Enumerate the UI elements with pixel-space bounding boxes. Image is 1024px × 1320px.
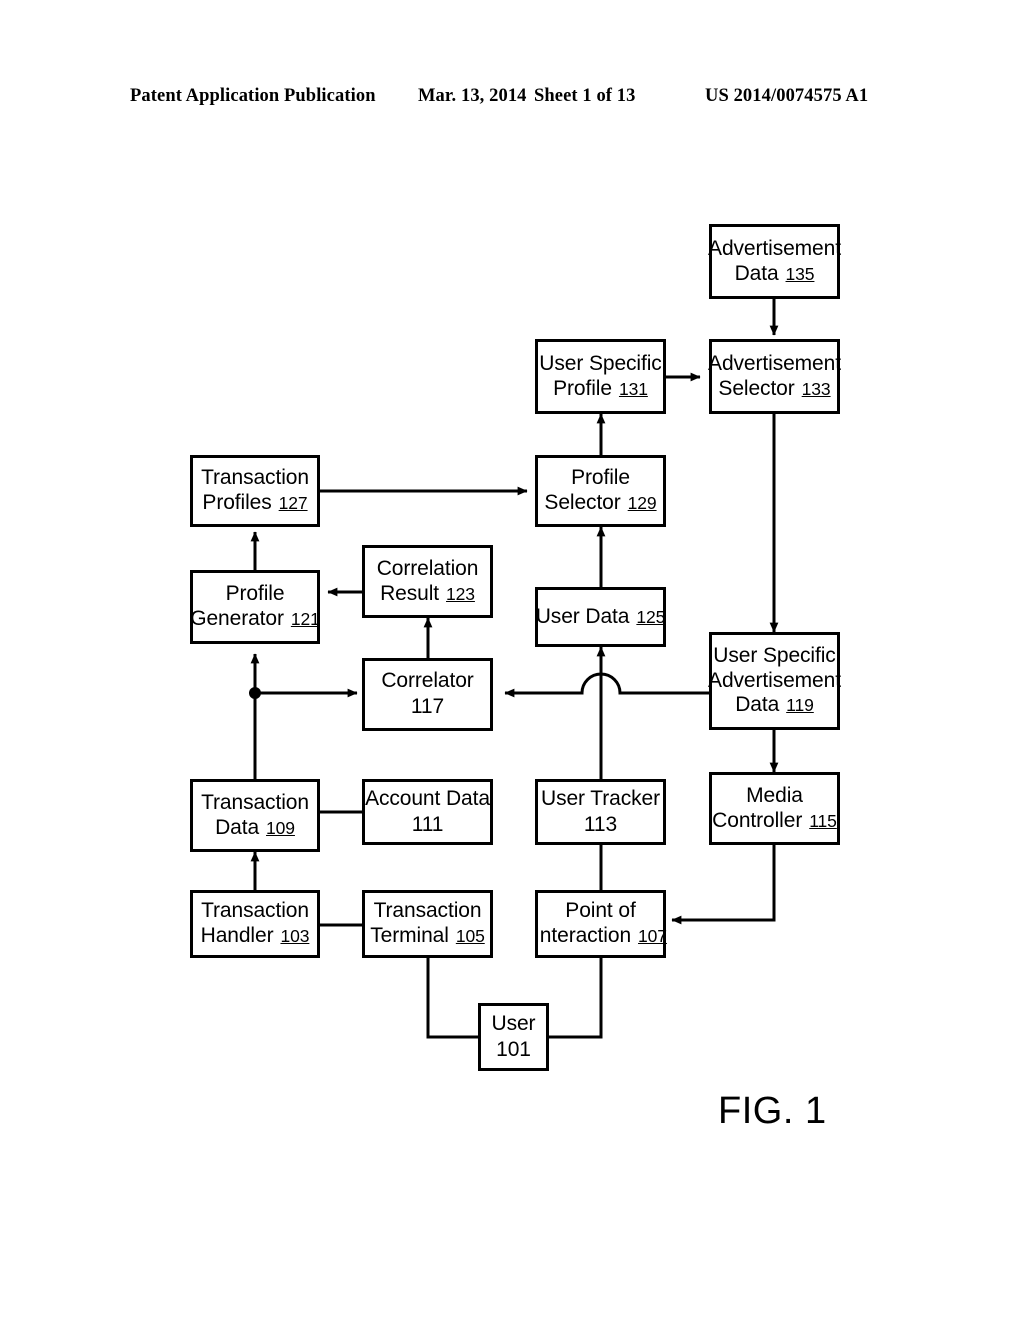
node-point-of-interaction-107[interactable]: Point of Interaction 107 — [534, 890, 667, 958]
node-line-1: User Data — [535, 604, 630, 628]
node-line-1: Advertisement — [708, 351, 841, 375]
node-media-controller-115[interactable]: Media Controller 115 — [709, 772, 840, 845]
node-ref-123: 123 — [446, 583, 475, 604]
node-transaction-data-109[interactable]: Transaction Data 109 — [190, 779, 320, 852]
node-line-1: User Specific — [539, 351, 662, 375]
node-ref-115: 115 — [809, 810, 837, 831]
node-line-2: Terminal — [370, 924, 449, 947]
wire-119-to-117 — [504, 672, 709, 698]
node-line-2: Data — [215, 815, 260, 839]
figure-1-block-diagram: Advertisement Data 135 Advertisement Sele… — [0, 0, 1024, 1320]
node-line-1: Account Data — [365, 786, 490, 810]
node-line-2: Profiles — [202, 491, 272, 514]
node-line-2: Advertisement — [708, 668, 841, 692]
node-line-2: Controller — [712, 808, 803, 832]
node-line-1: User — [491, 1011, 536, 1035]
node-line-1: Advertisement — [708, 236, 841, 260]
node-line-2: Result — [380, 581, 440, 605]
node-transaction-profiles-127[interactable]: Transaction Profiles 127 — [190, 455, 320, 527]
node-user-tracker-113[interactable]: User Tracker 113 — [535, 779, 666, 845]
node-line-1: Profile — [571, 466, 630, 490]
node-line-1: Point of — [565, 899, 636, 923]
node-ref-101: 101 — [496, 1037, 531, 1061]
node-user-101[interactable]: User 101 — [478, 1003, 549, 1071]
node-line-1: Transaction — [201, 790, 309, 814]
node-line-1: Transaction — [373, 899, 482, 923]
node-line-2: Selector — [544, 491, 621, 514]
node-ref-103: 103 — [280, 926, 310, 946]
node-transaction-terminal-105[interactable]: Transaction Terminal 105 — [362, 890, 493, 958]
node-line-2: Selector — [718, 376, 795, 400]
node-line-1: User Specific — [713, 643, 836, 667]
figure-caption: FIG. 1 — [718, 1090, 827, 1132]
node-ref-119: 119 — [786, 695, 814, 716]
node-ref-105: 105 — [455, 926, 485, 946]
node-transaction-handler-103[interactable]: Transaction Handler 103 — [190, 890, 320, 958]
wire-101-to-107 — [549, 958, 603, 1039]
node-advertisement-selector-133[interactable]: Advertisement Selector 133 — [708, 339, 841, 414]
node-line-2: Profile — [553, 376, 612, 400]
node-line-3: Data — [735, 693, 780, 717]
node-ref-131: 131 — [618, 378, 648, 399]
node-line-1: Correlation — [376, 556, 479, 580]
junction-dot-109 — [249, 687, 261, 699]
wire-105-to-101 — [426, 958, 478, 1039]
node-line-1: Transaction — [201, 466, 309, 490]
node-ref-117: 117 — [410, 695, 445, 718]
node-advertisement-data-135[interactable]: Advertisement Data 135 — [708, 224, 841, 299]
node-ref-129: 129 — [627, 493, 657, 513]
wire-115-to-107 — [671, 845, 776, 925]
node-ref-109: 109 — [266, 817, 295, 838]
node-line-2: Generator — [190, 607, 284, 630]
node-ref-111: 111 — [411, 812, 444, 836]
node-ref-135: 135 — [785, 263, 815, 284]
node-correlation-result-123[interactable]: Correlation Result 123 — [362, 545, 493, 618]
node-ref-107: 107 — [638, 926, 667, 946]
node-correlator-117[interactable]: Correlator 117 — [362, 658, 493, 731]
node-line-1: Transaction — [201, 899, 309, 923]
node-user-data-125[interactable]: User Data 125 — [535, 587, 666, 647]
node-profile-selector-129[interactable]: Profile Selector 129 — [535, 455, 666, 527]
node-account-data-111[interactable]: Account Data 111 — [362, 779, 493, 845]
node-line-2: Handler — [200, 924, 274, 947]
connector-lines — [249, 299, 779, 1039]
node-line-2: Data — [734, 261, 779, 285]
node-line-1: Profile — [225, 582, 285, 606]
node-ref-113: 113 — [583, 812, 618, 836]
node-user-specific-advertisement-data-119[interactable]: User Specific Advertisement Data 119 — [708, 632, 841, 730]
node-line-1: User Tracker — [541, 786, 660, 810]
node-ref-125: 125 — [636, 606, 666, 627]
node-line-1: Correlator — [381, 669, 474, 693]
node-line-1: Media — [746, 783, 803, 807]
node-ref-127: 127 — [278, 493, 308, 513]
node-ref-121: 121 — [290, 609, 320, 629]
node-profile-generator-121[interactable]: Profile Generator 121 — [190, 570, 320, 644]
node-user-specific-profile-131[interactable]: User Specific Profile 131 — [535, 339, 666, 414]
node-ref-133: 133 — [801, 378, 831, 399]
node-line-2: Interaction — [534, 924, 632, 947]
